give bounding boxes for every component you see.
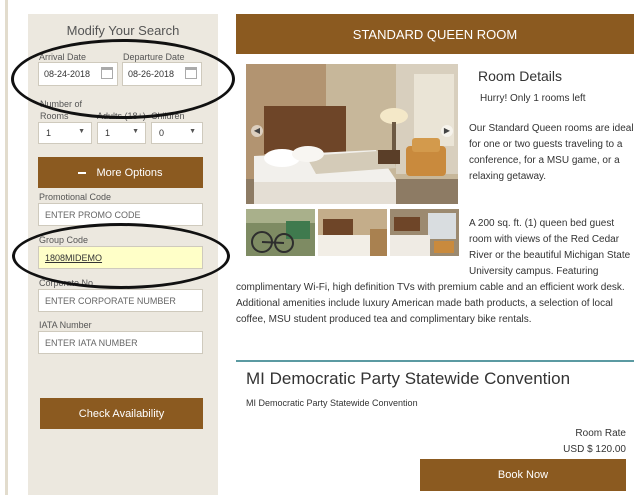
chevron-down-icon: ▼ (132, 128, 139, 135)
room-rate-label: Room Rate (575, 428, 626, 439)
minus-icon (78, 171, 87, 174)
event-subtitle: MI Democratic Party Statewide Convention (246, 398, 418, 408)
section-divider (236, 360, 634, 362)
arrival-date-field[interactable]: 08-24-2018 (38, 62, 118, 86)
group-code-label: Group Code (39, 235, 89, 245)
promo-code-label: Promotional Code (39, 192, 112, 202)
departure-date-value: 08-26-2018 (128, 69, 175, 79)
arrival-date-value: 08-24-2018 (44, 69, 91, 79)
chevron-left-icon[interactable]: ◀ (251, 125, 263, 137)
room-description-features: A 200 sq. ft. (1) queen bed guest room w… (469, 218, 631, 277)
room-description-amenities: complimentary Wi-Fi, high definition TVs… (236, 282, 625, 325)
group-code-input[interactable]: 1808MIDEMO (38, 246, 203, 269)
adults-select-value: 1 (105, 128, 111, 138)
room-thumbnail-bedroom[interactable] (318, 209, 387, 256)
book-now-button[interactable]: Book Now (420, 459, 626, 491)
arrival-date-label: Arrival Date (39, 52, 87, 62)
adults-select[interactable]: 1 ▼ (97, 122, 146, 144)
room-details-title: Room Details (478, 68, 563, 84)
iata-number-label: IATA Number (39, 320, 92, 330)
rooms-label-line1: Number of (40, 99, 83, 109)
more-options-button[interactable]: More Options (38, 157, 203, 188)
room-photo-main[interactable]: ◀ ▶ (246, 64, 458, 204)
adults-label: Adults (18+) (97, 111, 146, 121)
room-thumbnail-bikes[interactable] (246, 209, 315, 256)
sidebar-title: Modify Your Search (66, 23, 180, 38)
rooms-select-value: 1 (46, 128, 52, 138)
page-left-border (5, 0, 8, 495)
search-sidebar: Modify Your Search Arrival Date 08-24-20… (28, 14, 218, 495)
chevron-right-icon[interactable]: ▶ (441, 125, 453, 137)
children-select[interactable]: 0 ▼ (151, 122, 203, 144)
more-options-label: More Options (96, 166, 163, 179)
departure-date-label: Departure Date (123, 52, 185, 62)
rooms-select[interactable]: 1 ▼ (38, 122, 92, 144)
children-label: Children (151, 111, 185, 121)
event-title: MI Democratic Party Statewide Convention (246, 369, 571, 388)
room-type-header: STANDARD QUEEN ROOM (236, 14, 634, 54)
room-description-intro: Our Standard Queen rooms are ideal for o… (469, 123, 634, 182)
promo-code-input[interactable]: ENTER PROMO CODE (38, 203, 203, 226)
calendar-icon[interactable] (185, 67, 197, 79)
room-availability-text: Hurry! Only 1 rooms left (480, 93, 586, 104)
departure-date-field[interactable]: 08-26-2018 (122, 62, 202, 86)
iata-number-input[interactable]: ENTER IATA NUMBER (38, 331, 203, 354)
room-thumbnail-window[interactable] (390, 209, 459, 256)
corporate-number-label: Corporate No. (39, 278, 96, 288)
children-select-value: 0 (159, 128, 165, 138)
check-availability-button[interactable]: Check Availability (40, 398, 203, 429)
corporate-number-input[interactable]: ENTER CORPORATE NUMBER (38, 289, 203, 312)
calendar-icon[interactable] (101, 67, 113, 79)
room-rate-value: USD $ 120.00 (563, 444, 626, 455)
rooms-label-line2: Rooms (40, 111, 69, 121)
chevron-down-icon: ▼ (189, 128, 196, 135)
chevron-down-icon: ▼ (78, 128, 85, 135)
